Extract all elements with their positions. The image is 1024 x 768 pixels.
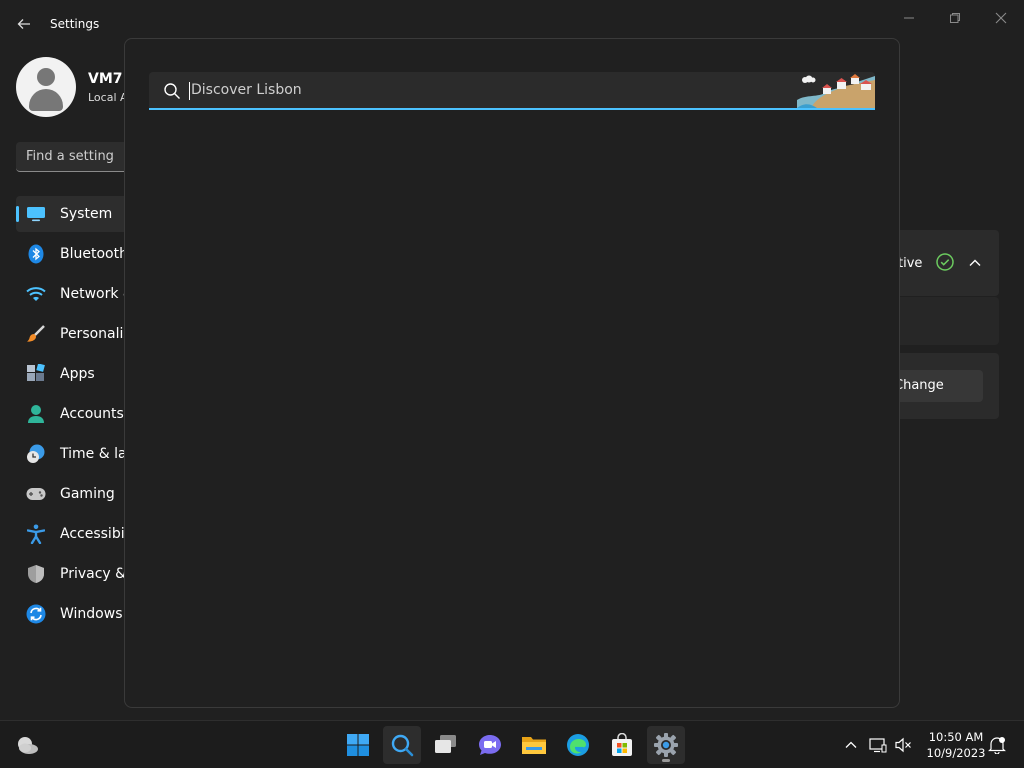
selection-indicator — [16, 206, 19, 222]
activation-status: tive — [898, 256, 923, 271]
chat-button[interactable] — [471, 726, 509, 764]
search-icon — [164, 83, 180, 99]
wifi-icon — [26, 284, 46, 304]
back-button[interactable] — [10, 10, 38, 38]
chevron-up-icon[interactable] — [966, 254, 984, 272]
widgets-button[interactable] — [9, 726, 47, 764]
sidebar-item-label: Accounts — [60, 406, 124, 422]
maximize-button[interactable] — [939, 6, 971, 30]
sidebar-item-label: Gaming — [60, 486, 115, 502]
edge-button[interactable] — [559, 726, 597, 764]
search-highlight-illustration-icon[interactable] — [797, 72, 875, 108]
chevron-up-icon — [845, 741, 857, 748]
sidebar-item-label: Bluetooth — [60, 246, 128, 262]
text-caret — [189, 82, 190, 100]
sidebar-item-label: Network & — [60, 286, 134, 302]
volume-tray-button[interactable] — [893, 735, 913, 755]
file-explorer-button[interactable] — [515, 726, 553, 764]
accessibility-icon — [26, 524, 46, 544]
taskbar-clock[interactable]: 10:50 AM 10/9/2023 — [922, 729, 990, 761]
weather-icon — [18, 737, 38, 754]
shield-icon — [26, 564, 46, 584]
store-button[interactable] — [603, 726, 641, 764]
search-input[interactable] — [191, 72, 781, 108]
clock-globe-icon — [26, 444, 46, 464]
running-indicator — [662, 759, 670, 762]
taskbar: 10:50 AM 10/9/2023 — [0, 720, 1024, 768]
check-circle-icon — [936, 253, 954, 271]
sidebar-item-label: System — [60, 206, 113, 222]
clock-time: 10:50 AM — [928, 730, 984, 744]
minimize-button[interactable] — [893, 6, 925, 30]
store-icon — [612, 733, 632, 756]
network-tray-button[interactable] — [868, 735, 888, 755]
start-button[interactable] — [339, 726, 377, 764]
restore-icon — [950, 13, 960, 23]
speaker-muted-icon — [895, 737, 911, 753]
clock-date: 10/9/2023 — [926, 746, 986, 760]
window-title: Settings — [50, 17, 100, 31]
user-name: VM7 — [88, 71, 123, 87]
settings-icon — [654, 733, 678, 757]
settings-taskbar-button[interactable] — [647, 726, 685, 764]
search-icon — [391, 734, 414, 757]
sidebar-item-label: Personaliz — [60, 326, 131, 342]
account-type: Local A — [88, 91, 128, 104]
gamepad-icon — [26, 484, 46, 504]
back-arrow-icon — [17, 19, 30, 29]
show-hidden-icons-button[interactable] — [841, 735, 861, 755]
bluetooth-icon — [26, 244, 46, 264]
network-display-icon — [869, 738, 887, 753]
brush-icon — [26, 324, 46, 344]
edge-icon — [567, 734, 589, 756]
sidebar-item-label: Accessibili — [60, 526, 133, 542]
close-icon — [995, 12, 1007, 24]
close-button[interactable] — [985, 6, 1017, 30]
search-flyout — [124, 38, 900, 708]
search-box[interactable] — [149, 72, 875, 110]
taskbar-search-button[interactable] — [383, 726, 421, 764]
chat-icon — [479, 735, 501, 755]
notifications-button[interactable] — [987, 735, 1007, 755]
minimize-icon — [904, 17, 914, 19]
avatar — [16, 57, 76, 117]
apps-icon — [26, 364, 46, 384]
update-icon — [26, 604, 46, 624]
start-icon — [347, 734, 369, 756]
task-view-icon — [435, 735, 456, 753]
sidebar-item-label: Apps — [60, 366, 95, 382]
file-explorer-icon — [522, 737, 546, 754]
person-icon — [26, 404, 46, 424]
monitor-icon — [26, 204, 46, 224]
notification-bell-icon — [988, 737, 1006, 754]
task-view-button[interactable] — [427, 726, 465, 764]
